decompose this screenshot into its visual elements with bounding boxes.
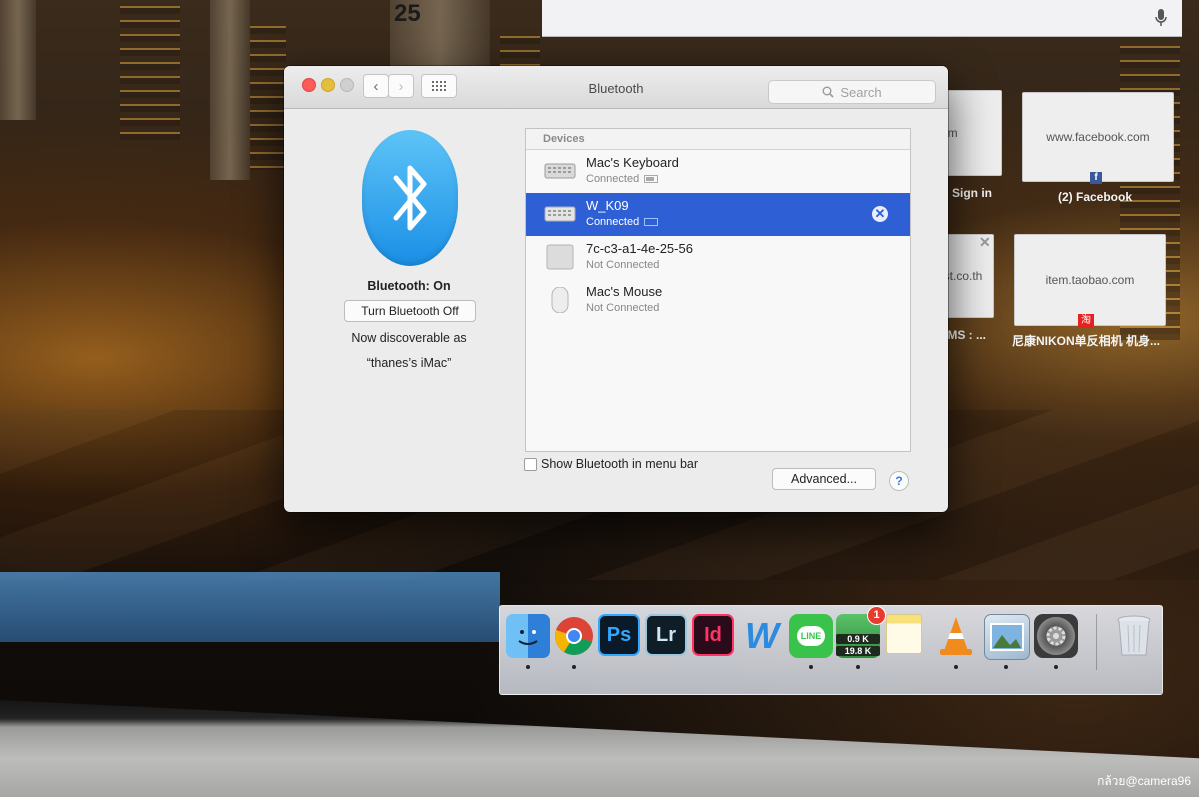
- device-row[interactable]: 7c-c3-a1-4e-25-56 Not Connected: [526, 236, 910, 279]
- turn-bluetooth-off-button[interactable]: Turn Bluetooth Off: [344, 300, 476, 322]
- keyboard-icon: [544, 206, 576, 222]
- facebook-icon: f: [1090, 172, 1102, 184]
- battery-icon: [644, 218, 659, 227]
- background-pillar: [210, 0, 250, 180]
- indesign-icon[interactable]: Id: [692, 614, 734, 656]
- taobao-icon: 淘: [1078, 314, 1094, 328]
- device-list-header: Devices: [526, 129, 910, 150]
- preview-icon[interactable]: [984, 614, 1030, 660]
- advanced-button[interactable]: Advanced...: [772, 468, 876, 490]
- running-indicator: [526, 665, 530, 669]
- speed-dial-tile[interactable]: www.facebook.com: [1022, 92, 1174, 182]
- generic-device-icon: [546, 244, 574, 270]
- device-row[interactable]: Mac's Mouse Not Connected: [526, 279, 910, 322]
- lightroom-icon[interactable]: Lr: [645, 614, 687, 656]
- device-row[interactable]: Mac's Keyboard Connected: [526, 150, 910, 193]
- device-status: Not Connected: [586, 302, 660, 314]
- running-indicator: [1054, 665, 1058, 669]
- computer-name: “thanes’s iMac”: [366, 356, 452, 370]
- device-status: Connected: [586, 173, 659, 185]
- watermark: กล้วย@camera96: [1097, 774, 1191, 788]
- tile-url: www.facebook.com: [1046, 130, 1150, 144]
- device-list[interactable]: Devices Mac's Keyboard Connected W_K09 C…: [525, 128, 911, 452]
- close-icon: ✕: [874, 206, 886, 221]
- running-indicator: [809, 665, 813, 669]
- vlc-cone-icon: [940, 617, 972, 655]
- running-indicator: [572, 665, 576, 669]
- device-name: Mac's Keyboard: [586, 155, 679, 170]
- line-label: LINE: [796, 626, 826, 646]
- gear-icon: [1046, 626, 1066, 646]
- dock-divider: [1096, 614, 1097, 670]
- bluetooth-status: Bluetooth: On: [367, 279, 451, 293]
- background-rack: [500, 30, 540, 70]
- running-indicator: [954, 665, 958, 669]
- search-icon: [822, 86, 834, 98]
- indesign-label: Id: [704, 623, 722, 646]
- photoshop-icon[interactable]: Ps: [598, 614, 640, 656]
- discoverable-label: Now discoverable as: [351, 331, 467, 345]
- show-in-menu-bar-option[interactable]: Show Bluetooth in menu bar: [524, 457, 698, 471]
- mouse-icon: [551, 287, 569, 313]
- trash-can-icon: [1117, 615, 1151, 656]
- line-icon[interactable]: LINE: [789, 614, 833, 658]
- browser-search-bar[interactable]: [542, 0, 1182, 37]
- photo-icon: [990, 623, 1024, 651]
- speed-dial-tile[interactable]: item.taobao.com: [1014, 234, 1166, 326]
- background-rack: [120, 0, 180, 140]
- tile-caption: 尼康NIKON单反相机 机身...: [1012, 334, 1161, 348]
- system-preferences-icon[interactable]: [1034, 614, 1078, 658]
- finder-icon[interactable]: [506, 614, 550, 658]
- photoshop-label: Ps: [606, 623, 632, 646]
- vlc-icon[interactable]: [934, 614, 978, 658]
- device-status-text: Connected: [586, 216, 640, 228]
- dock: Ps Lr Id W LINE 1 0.9 K 19.8 K: [499, 605, 1163, 695]
- word-label: W: [745, 615, 779, 656]
- bluetooth-logo: [362, 130, 458, 266]
- microphone-icon[interactable]: [1154, 8, 1168, 28]
- running-indicator: [856, 665, 860, 669]
- device-name: Mac's Mouse: [586, 284, 663, 299]
- device-status-text: Connected: [586, 173, 640, 185]
- lightroom-label: Lr: [656, 623, 676, 646]
- background-pillar: [0, 0, 36, 120]
- search-field[interactable]: Search: [768, 80, 936, 104]
- device-row-selected[interactable]: W_K09 Connected ✕: [526, 193, 910, 236]
- chrome-logo-icon: [555, 617, 593, 655]
- notes-icon[interactable]: [886, 614, 922, 654]
- upload-speed: 0.9 K: [836, 634, 880, 644]
- battery-icon: [644, 175, 659, 184]
- remove-device-button[interactable]: ✕: [872, 206, 888, 222]
- bluetooth-icon: [393, 165, 427, 231]
- device-status: Connected: [586, 216, 659, 228]
- show-in-menu-bar-checkbox[interactable]: [524, 457, 537, 471]
- trash-icon[interactable]: [1112, 614, 1156, 658]
- device-status: Not Connected: [586, 259, 660, 271]
- background-digit: 25: [394, 0, 421, 27]
- finder-face-icon: [518, 630, 538, 645]
- network-monitor-icon[interactable]: 1 0.9 K 19.8 K: [836, 606, 886, 658]
- chrome-icon[interactable]: [552, 614, 596, 658]
- search-placeholder: Search: [840, 84, 882, 100]
- word-icon[interactable]: W: [740, 614, 784, 658]
- running-indicator: [1004, 665, 1008, 669]
- dock-background-glow: [0, 572, 500, 642]
- device-name: 7c-c3-a1-4e-25-56: [586, 241, 693, 256]
- help-button[interactable]: ?: [889, 471, 909, 491]
- device-name: W_K09: [586, 198, 629, 213]
- tile-url: item.taobao.com: [1045, 273, 1135, 287]
- close-icon[interactable]: ✕: [979, 234, 991, 251]
- show-in-menu-bar-label: Show Bluetooth in menu bar: [541, 457, 699, 471]
- download-speed: 19.8 K: [836, 646, 880, 656]
- background-rack: [250, 20, 286, 170]
- bluetooth-preferences-window: ‹ › Bluetooth Search Bluetooth: On Turn …: [284, 66, 948, 512]
- tile-caption: (2) Facebook: [1058, 190, 1133, 204]
- notification-badge: 1: [867, 606, 886, 625]
- keyboard-icon: [544, 163, 576, 179]
- title-bar[interactable]: ‹ › Bluetooth Search: [284, 66, 948, 109]
